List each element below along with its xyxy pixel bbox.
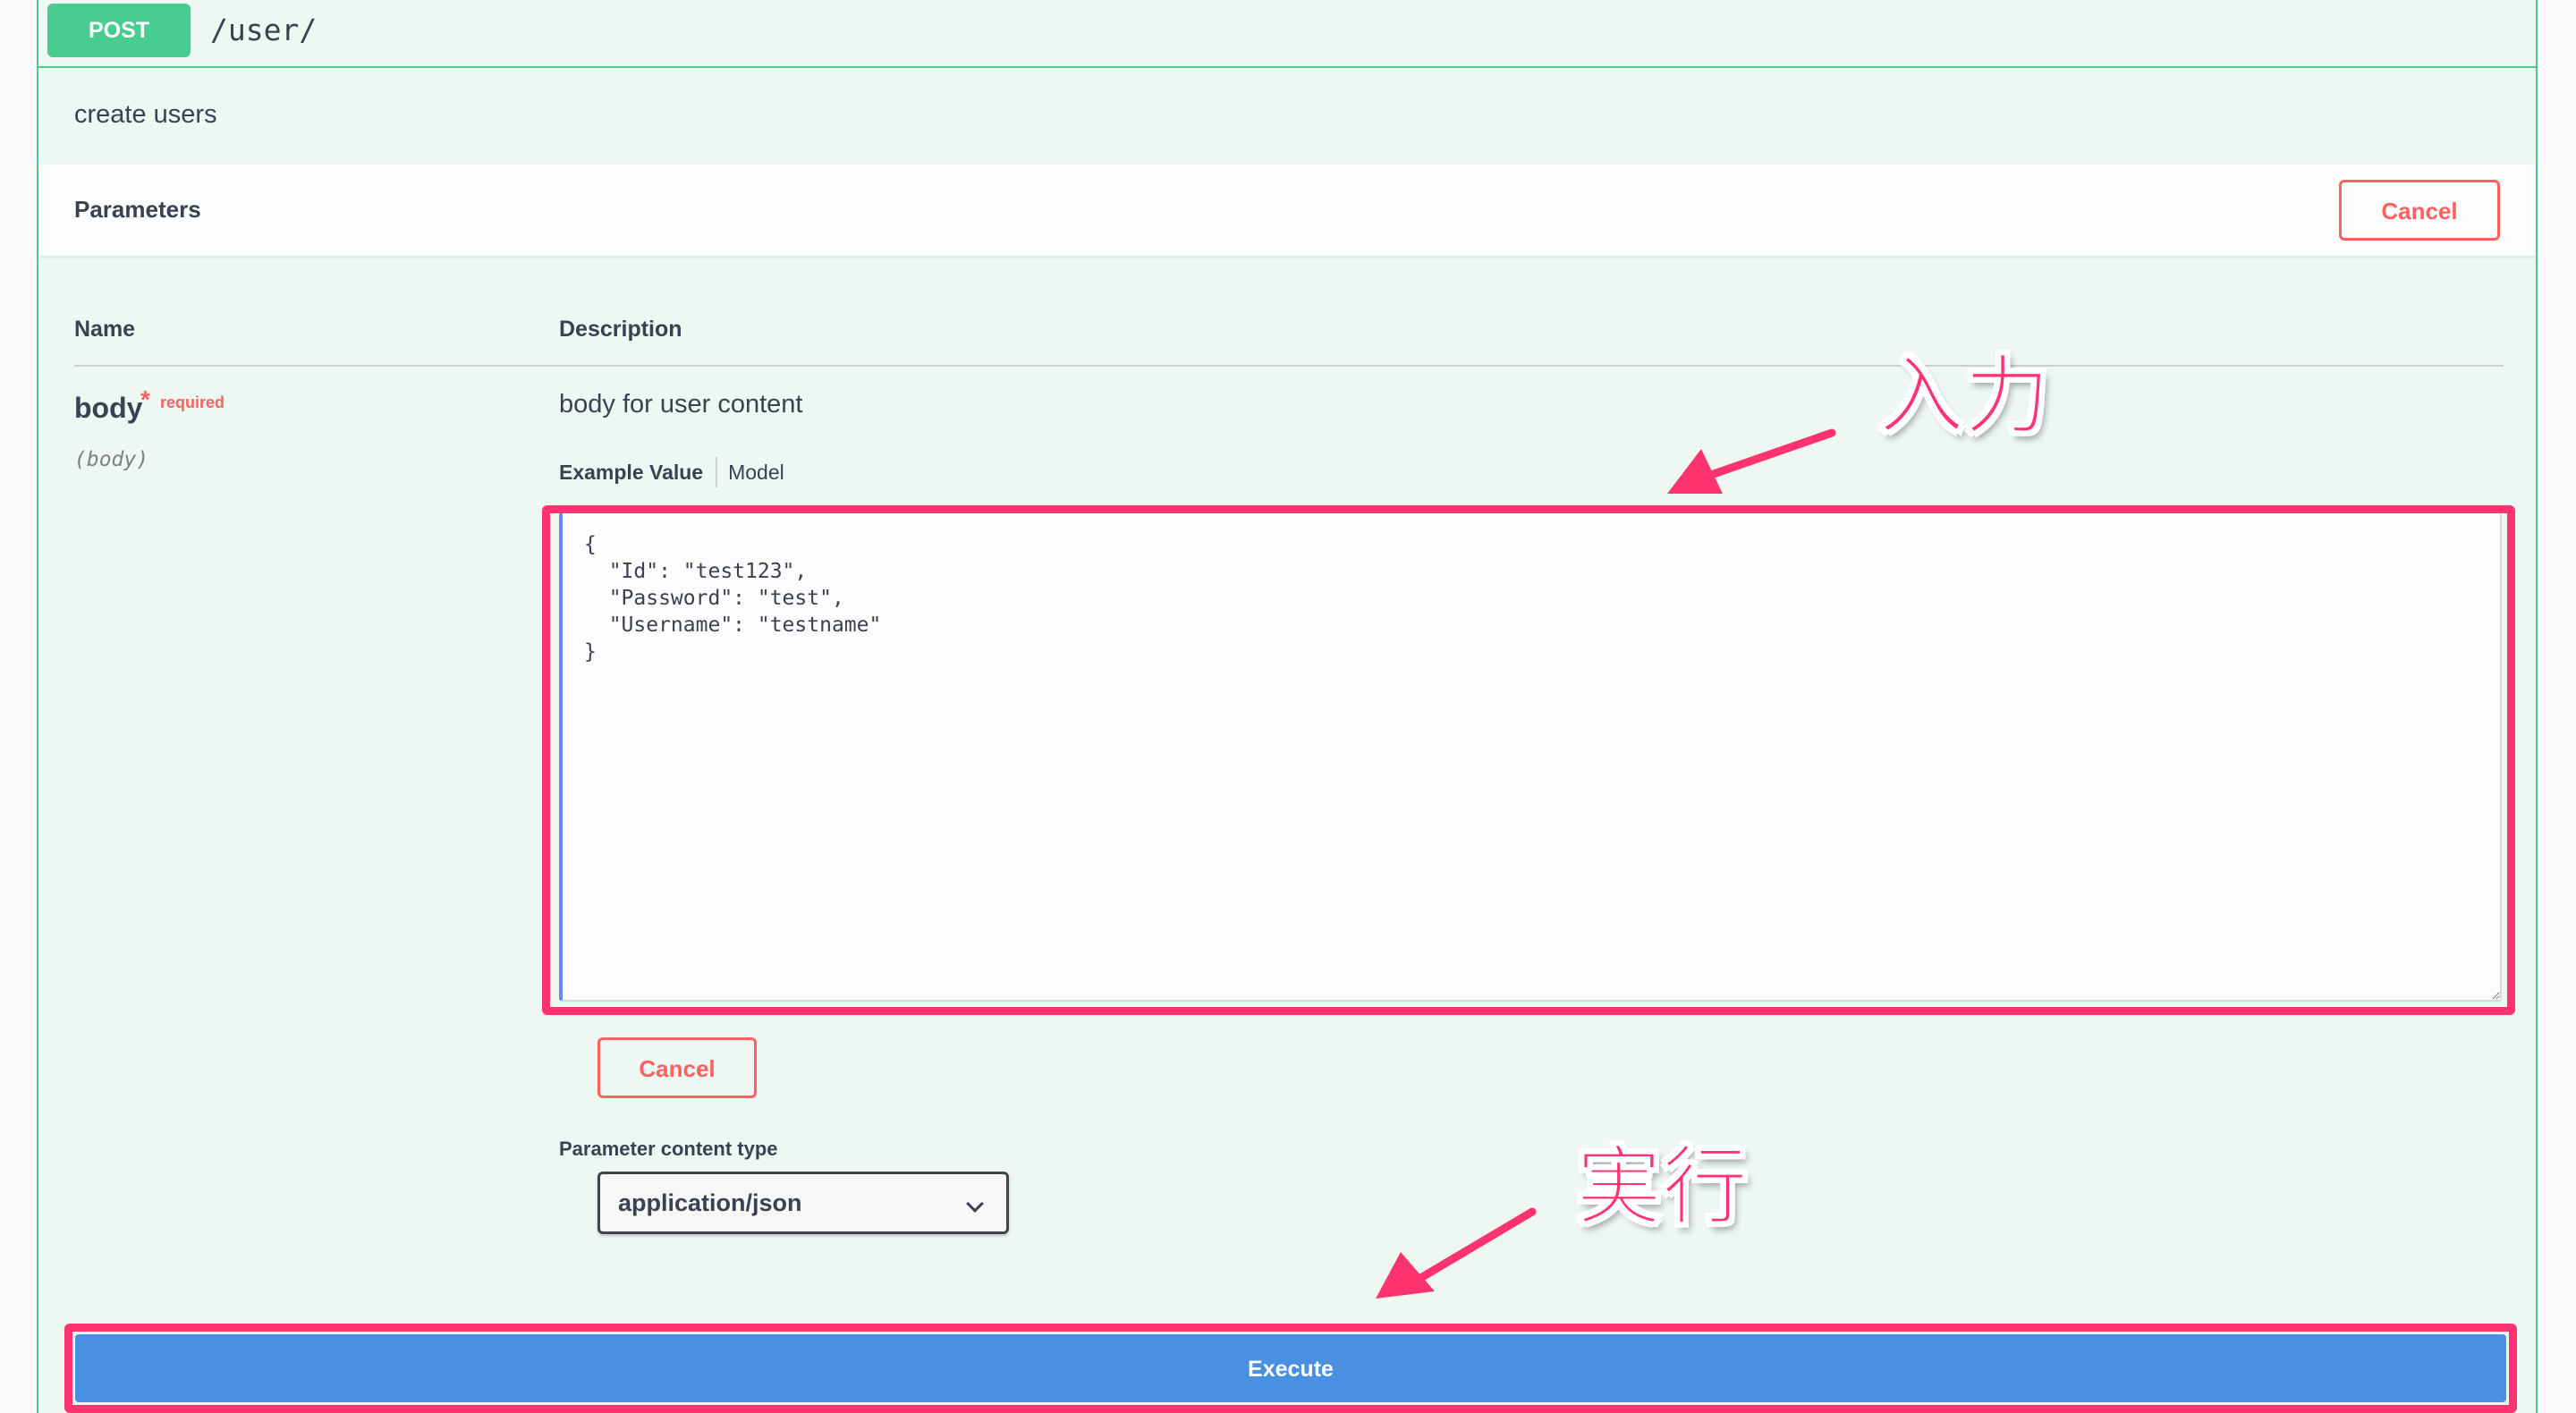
body-cancel-button[interactable]: Cancel [597,1037,757,1098]
endpoint-path: /user/ [210,13,318,47]
body-param-editor[interactable]: { "Id": "test123", "Password": "test", "… [559,512,2502,1002]
content-type-selected-value: application/json [618,1189,802,1216]
tab-model[interactable]: Model [728,456,784,488]
required-label: required [160,393,225,411]
param-description: body for user content [559,390,803,419]
column-header-description: Description [559,317,682,342]
content-type-select[interactable]: application/json [597,1172,1009,1234]
content-type-label: Parameter content type [559,1138,778,1160]
try-out-cancel-button[interactable]: Cancel [2339,180,2500,241]
parameters-section-header: Parameters Cancel [38,165,2536,256]
tab-example-value[interactable]: Example Value [559,456,703,488]
execute-button[interactable]: Execute [75,1334,2506,1402]
example-model-tabs: Example Value Model [559,456,784,488]
method-badge: POST [47,4,191,57]
chevron-down-icon [966,1195,984,1213]
param-name: body [74,392,143,424]
column-header-name: Name [74,317,136,342]
required-star: * [140,385,150,413]
table-header-divider [74,365,2504,367]
operation-summary[interactable]: POST /user/ [38,0,2536,68]
post-user-operation-block: POST /user/ create users Parameters Canc… [37,0,2538,1413]
operation-description: create users [74,100,217,129]
param-location: (body) [74,448,149,471]
tab-divider [716,457,718,487]
parameters-title: Parameters [74,196,201,223]
